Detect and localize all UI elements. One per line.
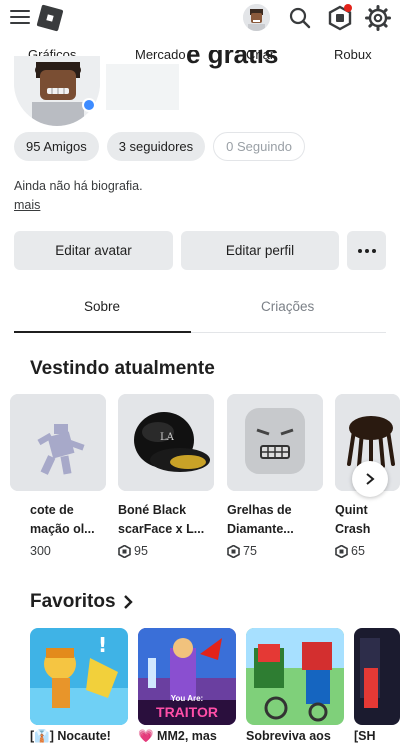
avatar-image (14, 56, 100, 126)
wearing-item-name: Quint Crash (335, 503, 371, 536)
thumbnail-traitor-text: TRAITOR (156, 704, 218, 720)
more-dots-icon (357, 248, 376, 253)
favorite-game-thumbnail (246, 628, 344, 725)
svg-text:!: ! (98, 633, 107, 657)
favorite-game[interactable]: Sobreviva aos (246, 628, 344, 743)
wearing-item-name: Grelhas de Diamante... (227, 503, 294, 536)
wearing-item[interactable]: Grelhas de Diamante... 75 (227, 394, 327, 558)
scroll-next-button[interactable] (352, 461, 388, 497)
favorite-game-thumbnail: ! (30, 628, 128, 725)
wearing-item-thumbnail: LA (118, 394, 214, 491)
favorites-header[interactable]: Favoritos (30, 591, 134, 613)
robux-icon (335, 544, 348, 558)
favorite-game-name: [SH (354, 729, 376, 743)
followers-chip[interactable]: 3 seguidores (106, 132, 206, 161)
hamburger-icon[interactable] (10, 10, 30, 26)
profile-display-name-placeholder (106, 64, 179, 110)
favorite-game-thumbnail: You Are: TRAITOR (138, 628, 236, 725)
gear-icon[interactable] (365, 5, 391, 31)
edit-profile-button[interactable]: Editar perfil (181, 231, 339, 270)
chevron-right-icon (123, 595, 133, 609)
friends-chip[interactable]: 95 Amigos (14, 132, 99, 161)
chevron-right-icon (366, 473, 375, 485)
avatar-face-icon (243, 4, 270, 31)
tab-creations[interactable]: Criações (261, 299, 314, 314)
favorite-game[interactable]: ! [👔] Nocaute! (30, 628, 128, 744)
notification-dot (344, 4, 352, 12)
wearing-item-price: 300 (30, 544, 51, 558)
wearing-item-thumbnail (227, 394, 323, 491)
tab-active-indicator (14, 331, 191, 333)
top-bar (0, 0, 400, 36)
search-icon[interactable] (287, 5, 313, 31)
favorite-game-name: 💗 MM2, mas (138, 729, 217, 743)
wearing-item[interactable]: cote de mação ol... 300 (10, 394, 130, 558)
wearing-item-price: 65 (335, 544, 400, 558)
wearing-item-price: 95 (118, 544, 218, 558)
top-avatar[interactable] (243, 4, 270, 31)
online-status-indicator (82, 98, 96, 112)
more-link[interactable]: mais (14, 198, 40, 212)
wearing-item-thumbnail (10, 394, 106, 491)
wearing-title: Vestindo atualmente (30, 358, 215, 379)
tab-about[interactable]: Sobre (84, 299, 120, 314)
bio-text: Ainda não há biografia. (14, 179, 143, 193)
following-chip[interactable]: 0 Seguindo (213, 132, 305, 161)
roblox-logo-icon[interactable] (36, 4, 64, 32)
wearing-item-name: Boné Black scarFace x L... (118, 503, 205, 536)
favorite-game-name: [👔] Nocaute! (30, 729, 111, 743)
wearing-item-price: 75 (227, 544, 327, 558)
svg-text:LA: LA (160, 432, 175, 443)
favorite-game[interactable]: [SH (354, 628, 400, 743)
robux-icon (227, 544, 240, 558)
edit-avatar-button[interactable]: Editar avatar (14, 231, 173, 270)
thumbnail-you-are-text: You Are: (170, 694, 204, 703)
favorite-game[interactable]: You Are: TRAITOR 💗 MM2, mas (138, 628, 236, 744)
favorite-game-thumbnail (354, 628, 400, 725)
profile-name: e grátis (186, 50, 279, 69)
nav-item-marketplace[interactable]: Mercado (135, 47, 186, 62)
favorite-game-name: Sobreviva aos (246, 729, 331, 743)
nav-item-robux[interactable]: Robux (334, 47, 372, 62)
more-options-button[interactable] (347, 231, 386, 270)
profile-avatar[interactable] (14, 56, 100, 126)
favorites-title: Favoritos (30, 591, 116, 612)
profile-stats: 95 Amigos 3 seguidores 0 Seguindo (14, 132, 305, 161)
robux-icon (118, 544, 131, 558)
wearing-item-name: cote de mação ol... (30, 503, 95, 536)
wearing-item[interactable]: LA Boné Black scarFace x L... 95 (118, 394, 218, 558)
